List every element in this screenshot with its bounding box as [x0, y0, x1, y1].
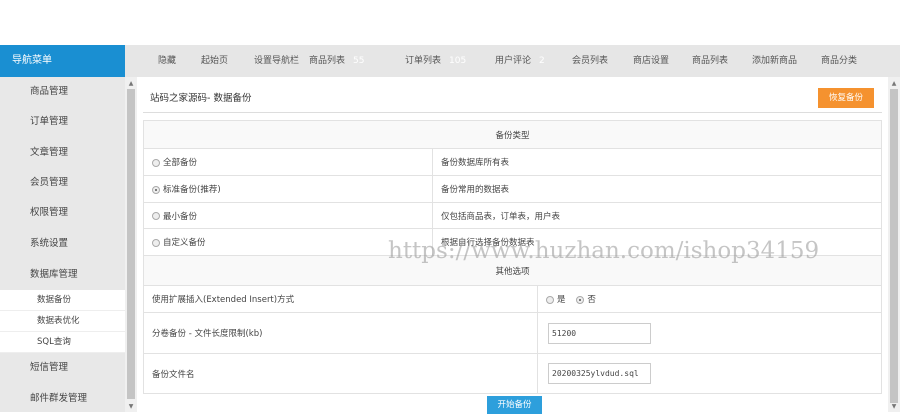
divider	[143, 112, 882, 113]
sidebar-item-orders[interactable]: 订单管理	[0, 107, 125, 137]
scroll-up-icon[interactable]: ▲	[888, 80, 900, 87]
radio-minimal[interactable]: 最小备份	[143, 202, 433, 229]
option-desc: 备份数据库所有表	[432, 148, 882, 176]
sidebar-item-goods[interactable]: 商品管理	[0, 77, 125, 107]
option-label: 自定义备份	[163, 238, 206, 248]
scroll-up-icon[interactable]: ▲	[125, 80, 137, 87]
scroll-down-icon[interactable]: ▼	[125, 403, 137, 410]
sidebar-item-permissions[interactable]: 权限管理	[0, 198, 125, 228]
top-nav: 隐藏 起始页 设置导航栏 商品列表 55 订单列表 105 用户评论 2 会员列表 商…	[125, 45, 900, 77]
radio-icon[interactable]	[152, 212, 160, 220]
nav-category[interactable]: 商品分类	[821, 45, 857, 77]
radio-standard[interactable]: 标准备份(推荐)	[143, 175, 433, 203]
radio-icon[interactable]	[152, 185, 160, 194]
option-label: 标准备份(推荐)	[163, 185, 221, 195]
nav-label: 商品列表	[309, 56, 346, 66]
radio-icon[interactable]	[152, 238, 160, 247]
sidebar-item-members[interactable]: 会员管理	[0, 168, 125, 198]
nav-label: 商品分类	[821, 56, 858, 66]
nav-count: 55	[353, 56, 365, 66]
nav-home[interactable]: 起始页	[201, 45, 228, 77]
radio-icon[interactable]	[152, 158, 160, 167]
volume-size-label: 分卷备份 - 文件长度限制(kb)	[143, 312, 538, 354]
nav-label: 订单列表	[405, 56, 442, 66]
nav-comments[interactable]: 用户评论 2	[495, 45, 545, 77]
nav-members[interactable]: 会员列表	[572, 45, 608, 77]
radio-all[interactable]: 全部备份	[143, 148, 433, 176]
table-row: 分卷备份 - 文件长度限制(kb) 51200	[143, 312, 882, 354]
restore-backup-button[interactable]: 恢复备份	[818, 88, 874, 108]
nav-goods-list[interactable]: 商品列表 55	[309, 45, 364, 77]
table-row: 自定义备份 根据自行选择备份数据表	[143, 228, 882, 256]
other-options-header: 其他选项	[143, 255, 882, 286]
nav-count: 2	[539, 56, 545, 66]
radio-custom[interactable]: 自定义备份	[143, 228, 433, 256]
sidebar-item-email[interactable]: 邮件群发管理	[0, 384, 125, 414]
sidebar-subitem-optimize[interactable]: 数据表优化	[0, 311, 125, 332]
nav-label: 隐藏	[158, 56, 177, 66]
scroll-thumb[interactable]	[890, 89, 898, 403]
radio-no-label: 否	[587, 295, 596, 305]
nav-label: 设置导航栏	[254, 56, 300, 66]
table-row: 全部备份 备份数据库所有表	[143, 148, 882, 176]
sidebar-subitem-sql[interactable]: SQL查询	[0, 332, 125, 353]
sidebar: 商品管理 订单管理 文章管理 会员管理 权限管理 系统设置 数据库管理 数据备份…	[0, 77, 125, 412]
table-row: 备份文件名 20200325ylvdud.sql	[143, 353, 882, 394]
option-desc: 根据自行选择备份数据表	[432, 228, 882, 256]
table-row: 标准备份(推荐) 备份常用的数据表	[143, 175, 882, 203]
sidebar-item-database[interactable]: 数据库管理	[0, 260, 125, 290]
sidebar-scrollbar[interactable]: ▲ ▼	[125, 77, 137, 412]
backup-type-header: 备份类型	[143, 120, 882, 149]
nav-count: 105	[449, 56, 467, 66]
nav-label: 商店设置	[633, 56, 670, 66]
other-options-table: 其他选项 使用扩展插入(Extended Insert)方式 是 否 分卷备份 …	[143, 255, 882, 394]
main-scrollbar[interactable]: ▲ ▼	[888, 77, 900, 412]
sidebar-item-articles[interactable]: 文章管理	[0, 138, 125, 168]
nav-label: 添加新商品	[752, 56, 798, 66]
option-desc: 仅包括商品表，订单表，用户表	[432, 202, 882, 229]
sidebar-item-system[interactable]: 系统设置	[0, 229, 125, 259]
sidebar-header: 导航菜单	[0, 45, 125, 77]
page-title: 站码之家源码- 数据备份	[150, 93, 252, 104]
nav-add-goods[interactable]: 添加新商品	[752, 45, 797, 77]
sidebar-subitem-backup[interactable]: 数据备份	[0, 290, 125, 311]
sidebar-item-sms[interactable]: 短信管理	[0, 353, 125, 383]
extended-insert-label: 使用扩展插入(Extended Insert)方式	[143, 285, 538, 313]
start-backup-button[interactable]: 开始备份	[487, 396, 542, 414]
volume-size-input[interactable]: 51200	[548, 322, 651, 344]
nav-order-list[interactable]: 订单列表 105	[405, 45, 466, 77]
nav-label: 会员列表	[572, 56, 609, 66]
radio-yes[interactable]	[546, 295, 554, 304]
table-row: 最小备份 仅包括商品表，订单表，用户表	[143, 202, 882, 229]
radio-yes-label: 是	[557, 295, 566, 305]
radio-no[interactable]	[576, 295, 585, 304]
nav-goods-list-2[interactable]: 商品列表	[692, 45, 728, 77]
nav-hide[interactable]: 隐藏	[158, 45, 176, 77]
nav-shop-settings[interactable]: 商店设置	[633, 45, 669, 77]
option-label: 全部备份	[163, 158, 198, 168]
nav-label: 商品列表	[692, 56, 729, 66]
scroll-thumb[interactable]	[127, 89, 135, 399]
nav-settings[interactable]: 设置导航栏	[254, 45, 299, 77]
nav-label: 起始页	[201, 56, 229, 66]
file-name-input[interactable]: 20200325ylvdud.sql	[548, 363, 651, 384]
backup-type-table: 备份类型 全部备份 备份数据库所有表 标准备份(推荐) 备份常用的数据表 最小备份 仅…	[143, 120, 882, 256]
option-desc: 备份常用的数据表	[432, 175, 882, 203]
nav-label: 用户评论	[495, 56, 532, 66]
file-name-label: 备份文件名	[143, 353, 538, 394]
table-row: 使用扩展插入(Extended Insert)方式 是 否	[143, 285, 882, 313]
option-label: 最小备份	[163, 211, 198, 222]
scroll-down-icon[interactable]: ▼	[888, 403, 900, 410]
